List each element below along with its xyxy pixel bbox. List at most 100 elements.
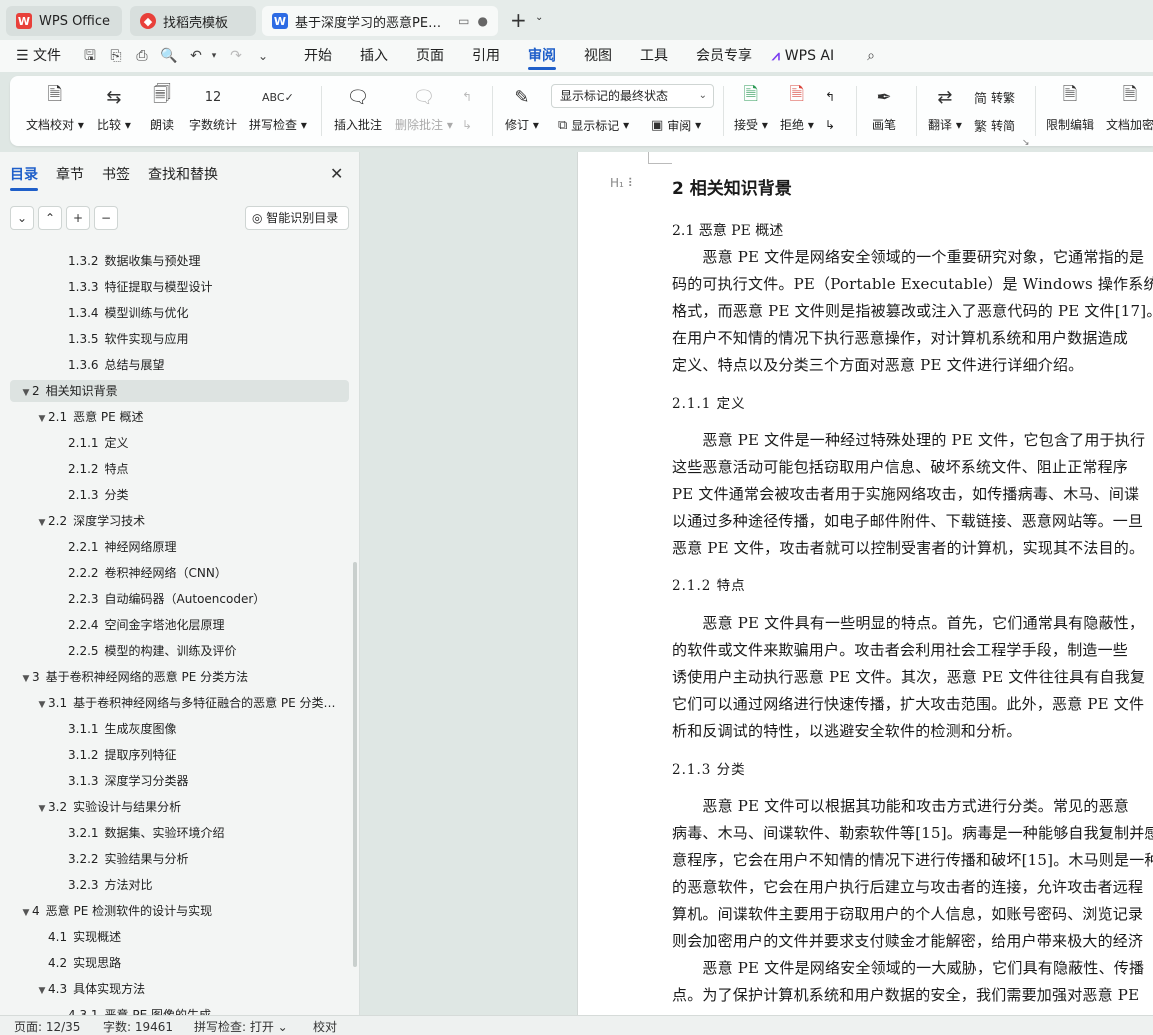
restrict-edit-button[interactable]: 🗎 限制编辑: [1046, 84, 1094, 138]
markup-mode-select[interactable]: 显示标记的最终状态 ⌄: [551, 84, 714, 108]
toc-item[interactable]: 3.2.1 数据集、实验环境介绍: [10, 822, 349, 844]
toc-item[interactable]: 2.1.2 特点: [10, 458, 349, 480]
menu-member[interactable]: 会员专享: [696, 40, 752, 72]
status-proofread[interactable]: 校对: [313, 1018, 337, 1035]
close-icon[interactable]: ✕: [330, 164, 343, 183]
accept-button[interactable]: 🗎 接受 ▾: [734, 84, 768, 138]
status-page[interactable]: 页面: 12/35: [14, 1018, 80, 1035]
toc-item[interactable]: 3.1.3 深度学习分类器: [10, 770, 349, 792]
doc-check-button[interactable]: 🗎 文档校对 ▾: [26, 84, 84, 138]
tab-bookmarks[interactable]: 书签: [102, 164, 130, 184]
show-markup-button[interactable]: ⧉ 显示标记 ▾: [558, 114, 629, 136]
document-page[interactable]: H₁ ⠇ 2 相关知识背景 2.1 恶意 PE 概述 恶意 PE 文件是网络安全领…: [577, 152, 1153, 1015]
prev-change-icon[interactable]: ↰: [825, 86, 835, 108]
to-simplified-button[interactable]: 繁转简: [974, 114, 1015, 136]
toc-item[interactable]: 2.2.5 模型的构建、训练及评价: [10, 640, 349, 662]
pen-button[interactable]: ✒ 画笔: [871, 84, 897, 138]
word-count-button[interactable]: 12 字数统计: [189, 84, 237, 138]
new-tab-plus-icon[interactable]: +: [510, 10, 527, 30]
reject-button[interactable]: 🗎 拒绝 ▾: [780, 84, 814, 138]
toc-item[interactable]: ▼ 4 恶意 PE 检测软件的设计与实现: [10, 900, 349, 922]
dialog-launcher-icon[interactable]: ↘: [1022, 132, 1030, 154]
toc-item[interactable]: ▼ 2.2 深度学习技术: [10, 510, 349, 532]
toc-item[interactable]: ▼ 2 相关知识背景: [10, 380, 349, 402]
more-chevron-icon[interactable]: ⌄: [255, 48, 271, 64]
add-heading-plus-icon[interactable]: +: [66, 206, 90, 230]
unsaved-dot-icon[interactable]: ●: [478, 14, 488, 28]
toc-item[interactable]: 3.1.2 提取序列特征: [10, 744, 349, 766]
toc-item[interactable]: 4.2 实现思路: [10, 952, 349, 974]
expand-triangle-icon[interactable]: ▼: [36, 798, 48, 818]
window-mode-icon[interactable]: ▭: [458, 14, 469, 28]
print-preview-icon[interactable]: 🔍: [160, 48, 177, 64]
redo-icon[interactable]: ↷: [228, 48, 244, 64]
toc-item[interactable]: ▼ 3.2 实验设计与结果分析: [10, 796, 349, 818]
tab-docer-templates[interactable]: ◆ 找稻壳模板: [130, 6, 256, 36]
nav-scrollbar[interactable]: [353, 562, 357, 967]
translate-button[interactable]: ⇄ 翻译 ▾: [928, 84, 962, 138]
toc-item[interactable]: ▼ 2.1 恶意 PE 概述: [10, 406, 349, 428]
print-icon[interactable]: ⎙: [134, 48, 150, 64]
track-changes-button[interactable]: ✎ 修订 ▾: [505, 84, 539, 138]
spell-check-button[interactable]: ABC✓ 拼写检查 ▾: [249, 84, 307, 138]
toc-item[interactable]: 3.2.2 实验结果与分析: [10, 848, 349, 870]
save-icon[interactable]: 🖫: [82, 48, 98, 64]
toc-item[interactable]: 2.2.1 神经网络原理: [10, 536, 349, 558]
tab-sections[interactable]: 章节: [56, 164, 84, 184]
menu-review[interactable]: 审阅: [528, 40, 556, 72]
smart-toc-button[interactable]: ◎ 智能识别目录: [245, 206, 349, 230]
insert-comment-button[interactable]: 🗨 插入批注: [334, 84, 382, 138]
undo-dropdown-icon[interactable]: ▾: [206, 48, 222, 64]
toc-item[interactable]: 2.1.3 分类: [10, 484, 349, 506]
status-word-count[interactable]: 字数: 19461: [103, 1018, 173, 1035]
remove-heading-minus-icon[interactable]: −: [94, 206, 118, 230]
undo-icon[interactable]: ↶: [188, 48, 204, 64]
expand-triangle-icon[interactable]: ▼: [36, 694, 48, 714]
toc-item[interactable]: 4.3.1 恶意 PE 图像的生成: [10, 1004, 349, 1015]
to-traditional-button[interactable]: 简转繁: [974, 86, 1015, 108]
next-comment-icon[interactable]: ↳: [462, 114, 472, 136]
expand-triangle-icon[interactable]: ▼: [36, 980, 48, 1000]
toc-item[interactable]: 1.3.6 总结与展望: [10, 354, 349, 376]
toc-item[interactable]: 4.1 实现概述: [10, 926, 349, 948]
toc-item[interactable]: 2.2.4 空间金字塔池化层原理: [10, 614, 349, 636]
menu-tools[interactable]: 工具: [640, 40, 668, 72]
delete-comment-button[interactable]: 🗨 删除批注 ▾: [395, 84, 453, 138]
doc-encrypt-button[interactable]: 🗎 文档加密: [1106, 84, 1153, 138]
menu-page[interactable]: 页面: [416, 40, 444, 72]
menu-view[interactable]: 视图: [584, 40, 612, 72]
toc-item[interactable]: 2.2.3 自动编码器（Autoencoder）: [10, 588, 349, 610]
menu-file[interactable]: ☰ 文件: [16, 40, 61, 72]
tab-toc[interactable]: 目录: [10, 164, 38, 191]
menu-start[interactable]: 开始: [304, 40, 332, 72]
export-icon[interactable]: ⎘: [108, 48, 124, 64]
expand-triangle-icon[interactable]: ▼: [36, 512, 48, 532]
tab-wps-office[interactable]: W WPS Office: [6, 6, 122, 36]
menu-wps-ai[interactable]: ⩘ WPS AI: [772, 40, 834, 72]
expand-triangle-icon[interactable]: ▼: [36, 408, 48, 428]
menu-insert[interactable]: 插入: [360, 40, 388, 72]
toc-item[interactable]: 2.2.2 卷积神经网络（CNN）: [10, 562, 349, 584]
toc-item[interactable]: 1.3.2 数据收集与预处理: [10, 250, 349, 272]
review-pane-button[interactable]: ▣ 审阅 ▾: [651, 114, 701, 136]
toc-item[interactable]: 1.3.5 软件实现与应用: [10, 328, 349, 350]
toc-item[interactable]: ▼ 3.1 基于卷积神经网络与多特征融合的恶意 PE 分类…: [10, 692, 349, 714]
tab-find-replace[interactable]: 查找和替换: [148, 164, 218, 184]
toc-item[interactable]: 1.3.3 特征提取与模型设计: [10, 276, 349, 298]
search-icon[interactable]: ⌕: [863, 48, 879, 64]
toc-item[interactable]: ▼ 4.3 具体实现方法: [10, 978, 349, 1000]
next-change-icon[interactable]: ↳: [825, 114, 835, 136]
prev-comment-icon[interactable]: ↰: [462, 86, 472, 108]
tab-current-document[interactable]: W 基于深度学习的恶意PE检测软… ▭ ●: [262, 6, 498, 36]
expand-triangle-icon[interactable]: ▼: [20, 668, 32, 688]
toc-item[interactable]: 2.1.1 定义: [10, 432, 349, 454]
expand-triangle-icon[interactable]: ▼: [20, 382, 32, 402]
tab-list-chevron-icon[interactable]: ⌄: [535, 12, 543, 23]
menu-reference[interactable]: 引用: [472, 40, 500, 72]
toc-item[interactable]: 3.1.1 生成灰度图像: [10, 718, 349, 740]
toc-item[interactable]: ▼ 3 基于卷积神经网络的恶意 PE 分类方法: [10, 666, 349, 688]
collapse-chevron-down-icon[interactable]: ⌄: [10, 206, 34, 230]
compare-button[interactable]: ⇆ 比较 ▾: [97, 84, 131, 138]
status-spell-check[interactable]: 拼写检查: 打开 ⌄: [194, 1018, 288, 1035]
toc-item[interactable]: 1.3.4 模型训练与优化: [10, 302, 349, 324]
